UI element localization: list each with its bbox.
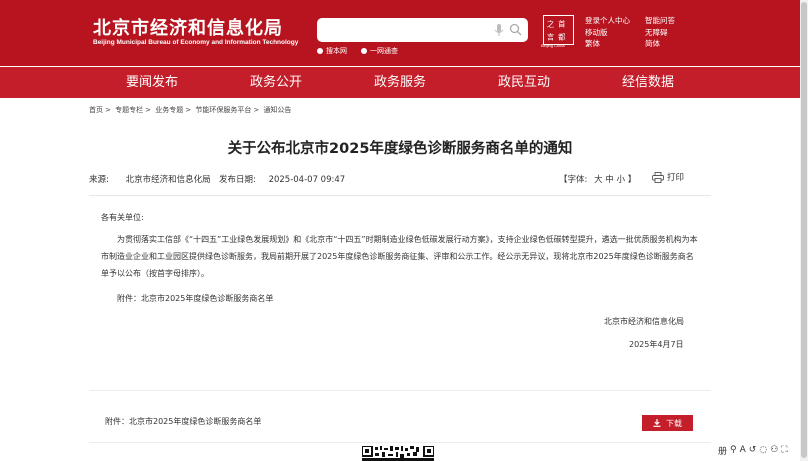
qa-link[interactable]: 智能问答 [645, 15, 675, 27]
breadcrumb-separator: > [105, 106, 111, 114]
download-icon [653, 419, 661, 427]
date-label: 发布日期: [219, 175, 256, 185]
breadcrumb: 首页 > 专题专栏 > 业务专题 > 节能环保服务平台 > 通知公告 [89, 105, 293, 115]
main-nav: 要闻发布 政务公开 政务服务 政民互动 经信数据 [0, 67, 808, 98]
qr-code-icon [362, 446, 434, 461]
printer-icon [652, 171, 664, 183]
breadcrumb-separator: > [253, 106, 260, 114]
traditional-link[interactable]: 繁体 [585, 38, 630, 50]
radio-site-label: 搜本网 [326, 47, 347, 55]
attachment-title[interactable]: 附件：北京市2025年度绿色诊断服务商名单 [105, 416, 261, 427]
radio-all[interactable]: 一网通查 [361, 46, 398, 56]
print-button[interactable]: 打印 [652, 171, 684, 183]
divider [89, 195, 711, 196]
util-links-left: 登录个人中心 移动版 繁体 [585, 15, 630, 50]
divider [89, 390, 711, 391]
simplified-link[interactable]: 简体 [645, 38, 675, 50]
font-small[interactable]: 小 [617, 175, 626, 185]
accessibility-link[interactable]: 无障碍 [645, 27, 675, 39]
svg-text:首: 首 [558, 18, 566, 28]
toolbar-text-size-icon[interactable]: A [740, 445, 746, 455]
font-size-control: 【字体: 大 中 小 】 [559, 173, 636, 185]
toolbar-fullscreen-icon[interactable]: ⛶ [781, 445, 787, 455]
signature-org: 北京市经济和信息化局 [604, 317, 684, 326]
breadcrumb-separator: > [145, 106, 151, 114]
download-button[interactable]: 下载 [642, 415, 693, 431]
breadcrumb-business[interactable]: 业务专题 [155, 106, 183, 114]
svg-text:言: 言 [547, 31, 555, 41]
mobile-link[interactable]: 移动版 [585, 27, 630, 39]
breadcrumb-topics[interactable]: 专题专栏 [115, 106, 143, 114]
util-links-right: 智能问答 无障碍 简体 [645, 15, 675, 50]
print-label: 打印 [667, 173, 685, 183]
font-medium[interactable]: 中 [605, 175, 614, 185]
capital-emblem-icon: 之 首 都 言 [543, 15, 574, 45]
emblem-caption: Beijing China [541, 43, 565, 48]
search-icon[interactable] [509, 23, 522, 36]
toolbar-speech-icon[interactable]: ⚇ [770, 445, 778, 455]
download-label: 下载 [666, 418, 682, 428]
attachment-line: 附件：北京市2025年度绿色诊断服务商名单 [117, 294, 274, 303]
breadcrumb-separator: > [185, 106, 192, 114]
radio-site[interactable]: 搜本网 [317, 46, 347, 56]
svg-text:都: 都 [558, 32, 566, 41]
toolbar-reset-icon[interactable]: ↺ [749, 445, 757, 455]
search-input[interactable] [325, 22, 485, 38]
nav-gov-affairs[interactable]: 政务公开 [250, 67, 302, 98]
radio-all-label: 一网通查 [370, 47, 398, 55]
breadcrumb-platform[interactable]: 节能环保服务平台 [195, 106, 251, 114]
radio-icon [361, 48, 367, 54]
breadcrumb-notices[interactable]: 通知公告 [263, 106, 291, 114]
scrollbar-thumb[interactable] [801, 2, 807, 458]
login-link[interactable]: 登录个人中心 [585, 15, 630, 27]
salutation: 各有关单位: [101, 213, 144, 222]
site-title-en: Beijing Municipal Bureau of Economy and … [93, 39, 299, 46]
svg-text:之: 之 [547, 18, 555, 28]
source-label: 来源: [89, 175, 109, 185]
font-large[interactable]: 大 [594, 175, 603, 185]
accessibility-toolbar: 册 ⚲ A ↺ ◌ ⚇ ⛶ [718, 443, 791, 457]
signature-date: 2025年4月7日 [629, 340, 684, 349]
article-meta: 来源: 北京市经济和信息化局 发布日期: 2025-04-07 09:47 [89, 173, 345, 185]
publish-date: 发布日期: 2025-04-07 09:47 [219, 173, 345, 185]
toolbar-magnifier-icon[interactable]: ⚲ [730, 445, 737, 455]
article-paragraph: 为贯彻落实工信部《“十四五”工业绿色发展规划》和《北京市“十四五”时期制造业绿色… [101, 235, 698, 278]
date-value: 2025-04-07 09:47 [268, 175, 346, 185]
nav-services[interactable]: 政务服务 [374, 67, 426, 98]
toolbar-reader-icon[interactable]: 册 [718, 444, 727, 457]
source-value: 北京市经济和信息化局 [125, 175, 211, 185]
nav-data[interactable]: 经信数据 [622, 67, 674, 98]
search-scope: 搜本网 一网通查 [317, 46, 412, 56]
radio-selected-icon [317, 48, 323, 54]
toolbar-cursor-icon[interactable]: ◌ [759, 445, 767, 455]
font-close: 】 [627, 175, 637, 185]
search-box [317, 18, 528, 42]
nav-news[interactable]: 要闻发布 [126, 67, 178, 98]
scrollbar[interactable] [800, 0, 808, 461]
breadcrumb-home[interactable]: 首页 [89, 106, 103, 114]
site-header: 北京市经济和信息化局 Beijing Municipal Bureau of E… [0, 0, 808, 66]
article-title: 关于公布北京市2025年度绿色诊断服务商名单的通知 [227, 141, 573, 157]
divider [89, 442, 711, 443]
font-label: 【字体: [559, 175, 588, 185]
microphone-icon[interactable] [494, 24, 504, 37]
site-title[interactable]: 北京市经济和信息化局 [93, 14, 283, 40]
nav-interaction[interactable]: 政民互动 [498, 67, 550, 98]
